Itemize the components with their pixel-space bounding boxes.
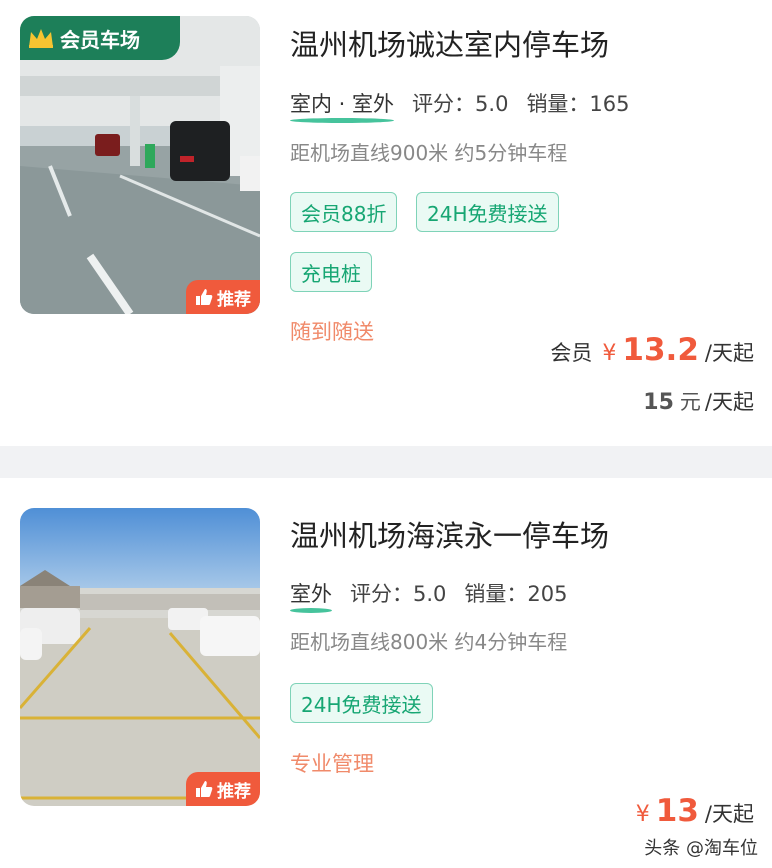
regular-price-currency: 元 (679, 390, 701, 414)
recommend-badge: 推荐 (186, 280, 260, 314)
regular-price-value: 15 (643, 390, 674, 415)
member-lot-badge: 会员车场 (20, 16, 180, 60)
price-unit: /天起 (704, 341, 754, 365)
price-row: ¥ 13 /天起 (626, 793, 754, 829)
price-unit: /天起 (704, 802, 754, 826)
parking-type-tag: 室内 · 室外 (290, 88, 395, 123)
member-price-value: 13.2 (622, 332, 699, 368)
recommend-badge-label: 推荐 (217, 781, 251, 802)
parking-listing-card[interactable]: 会员车场 推荐 温州机场诚达室内停车场 室内 · 室外 评分：5.0 销量：16… (0, 0, 772, 446)
chip-free-shuttle: 24H免费接送 (290, 683, 433, 723)
parking-photo-outdoor[interactable]: 推荐 (20, 508, 260, 806)
rating-text: 评分：5.0 (412, 92, 509, 116)
regular-price-row: 15 元 /天起 (643, 386, 754, 416)
crown-icon (29, 29, 53, 48)
listing-meta: 室内 · 室外 评分：5.0 销量：165 (290, 88, 630, 123)
chip-free-shuttle: 24H免费接送 (416, 192, 559, 232)
listing-title[interactable]: 温州机场诚达室内停车场 (290, 22, 609, 64)
parking-type-tag: 室外 (290, 578, 332, 613)
recommend-badge-label: 推荐 (217, 289, 251, 310)
sales-text: 销量：165 (526, 92, 630, 116)
chip-member-discount: 会员88折 (290, 192, 398, 232)
price-value: 13 (655, 793, 699, 829)
member-badge-label: 会员车场 (60, 27, 140, 52)
parking-listing-card[interactable]: 推荐 温州机场海滨永一停车场 室外 评分：5.0 销量：205 距机场直线800… (0, 478, 772, 868)
listing-title[interactable]: 温州机场海滨永一停车场 (290, 513, 609, 555)
promo-text: 专业管理 (290, 752, 374, 776)
member-price-label: 会员 (550, 341, 593, 365)
outdoor-lot-image (20, 508, 260, 806)
indoor-garage-image (20, 16, 260, 314)
listing-meta: 室外 评分：5.0 销量：205 (290, 578, 568, 613)
watermark-text: 头条 @淘车位 (644, 838, 758, 859)
thumbs-up-icon (196, 781, 213, 797)
currency-symbol: ¥ (635, 802, 650, 827)
distance-text: 距机场直线800米 约4分钟车程 (290, 630, 568, 654)
promo-text: 随到随送 (290, 320, 374, 344)
regular-price-unit: /天起 (704, 390, 754, 414)
sales-text: 销量：205 (464, 582, 568, 606)
currency-symbol: ¥ (602, 341, 617, 366)
chip-charging-pile: 充电桩 (290, 252, 372, 292)
distance-text: 距机场直线900米 约5分钟车程 (290, 141, 568, 165)
member-price-row: 会员 ¥ 13.2 /天起 (550, 332, 754, 368)
parking-photo-indoor[interactable]: 会员车场 推荐 (20, 16, 260, 314)
recommend-badge: 推荐 (186, 772, 260, 806)
thumbs-up-icon (196, 289, 213, 305)
rating-text: 评分：5.0 (350, 582, 447, 606)
